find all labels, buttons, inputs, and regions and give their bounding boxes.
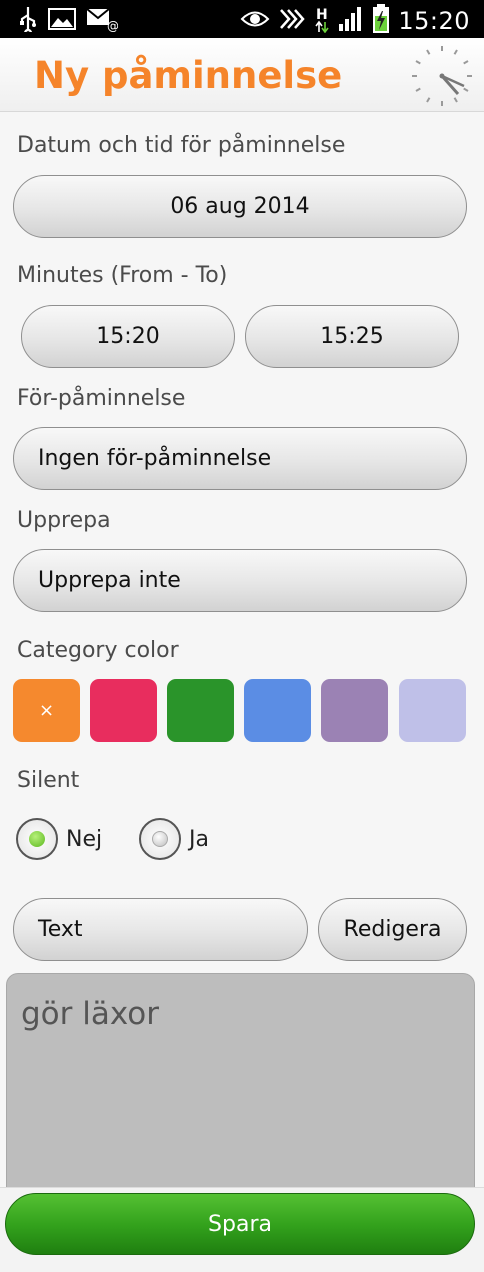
time-to-button[interactable]: 15:25	[245, 305, 459, 368]
minutes-label: Minutes (From - To)	[17, 263, 228, 288]
radio-selected-icon[interactable]	[16, 818, 58, 860]
save-button[interactable]: Spara	[5, 1193, 475, 1255]
color-swatch-pink[interactable]	[90, 679, 157, 742]
mail-icon: @	[86, 6, 119, 36]
color-swatch-lavender[interactable]	[399, 679, 466, 742]
svg-text:@: @	[107, 19, 118, 32]
status-bar: @ H 15:20	[0, 0, 484, 38]
svg-text:H: H	[316, 7, 328, 23]
date-picker-button[interactable]: 06 aug 2014	[13, 175, 467, 238]
pre-reminder-select[interactable]: Ingen för-påminnelse	[13, 427, 467, 490]
silent-option-ja-label: Ja	[189, 826, 209, 852]
page-title: Ny påminnelse	[34, 54, 343, 97]
selected-check-icon: ×	[38, 700, 55, 721]
battery-charging-icon	[372, 4, 390, 38]
time-from-button[interactable]: 15:20	[21, 305, 235, 368]
color-swatch-blue[interactable]	[244, 679, 311, 742]
status-time: 15:20	[398, 7, 470, 35]
radio-unselected-icon[interactable]	[139, 818, 181, 860]
status-left-icons: @	[18, 6, 119, 38]
color-swatch-green[interactable]	[167, 679, 234, 742]
status-right-icons: H 15:20	[240, 4, 470, 38]
color-swatch-orange[interactable]: ×	[13, 679, 80, 742]
clock-icon	[408, 42, 476, 114]
silent-label: Silent	[17, 768, 80, 793]
text-type-select[interactable]: Text	[13, 898, 308, 961]
silent-option-ja[interactable]: Ja	[139, 818, 209, 860]
usb-icon	[18, 6, 38, 38]
pre-reminder-label: För-påminnelse	[17, 386, 186, 411]
edit-button[interactable]: Redigera	[318, 898, 467, 961]
color-swatch-purple[interactable]	[321, 679, 388, 742]
network-h-icon: H	[314, 5, 330, 37]
repeat-select[interactable]: Upprepa inte	[13, 549, 467, 612]
datetime-label: Datum och tid för påminnelse	[17, 133, 346, 158]
app-header: Ny påminnelse	[0, 38, 484, 112]
signal-icon	[338, 6, 364, 36]
image-icon	[48, 7, 76, 35]
eye-icon	[240, 8, 270, 34]
nfc-icon	[278, 7, 306, 35]
category-color-label: Category color	[17, 638, 179, 663]
silent-option-nej-label: Nej	[66, 826, 103, 852]
repeat-label: Upprepa	[17, 508, 111, 533]
silent-option-nej[interactable]: Nej	[16, 818, 102, 860]
note-text-area[interactable]: gör läxor	[6, 973, 475, 1193]
